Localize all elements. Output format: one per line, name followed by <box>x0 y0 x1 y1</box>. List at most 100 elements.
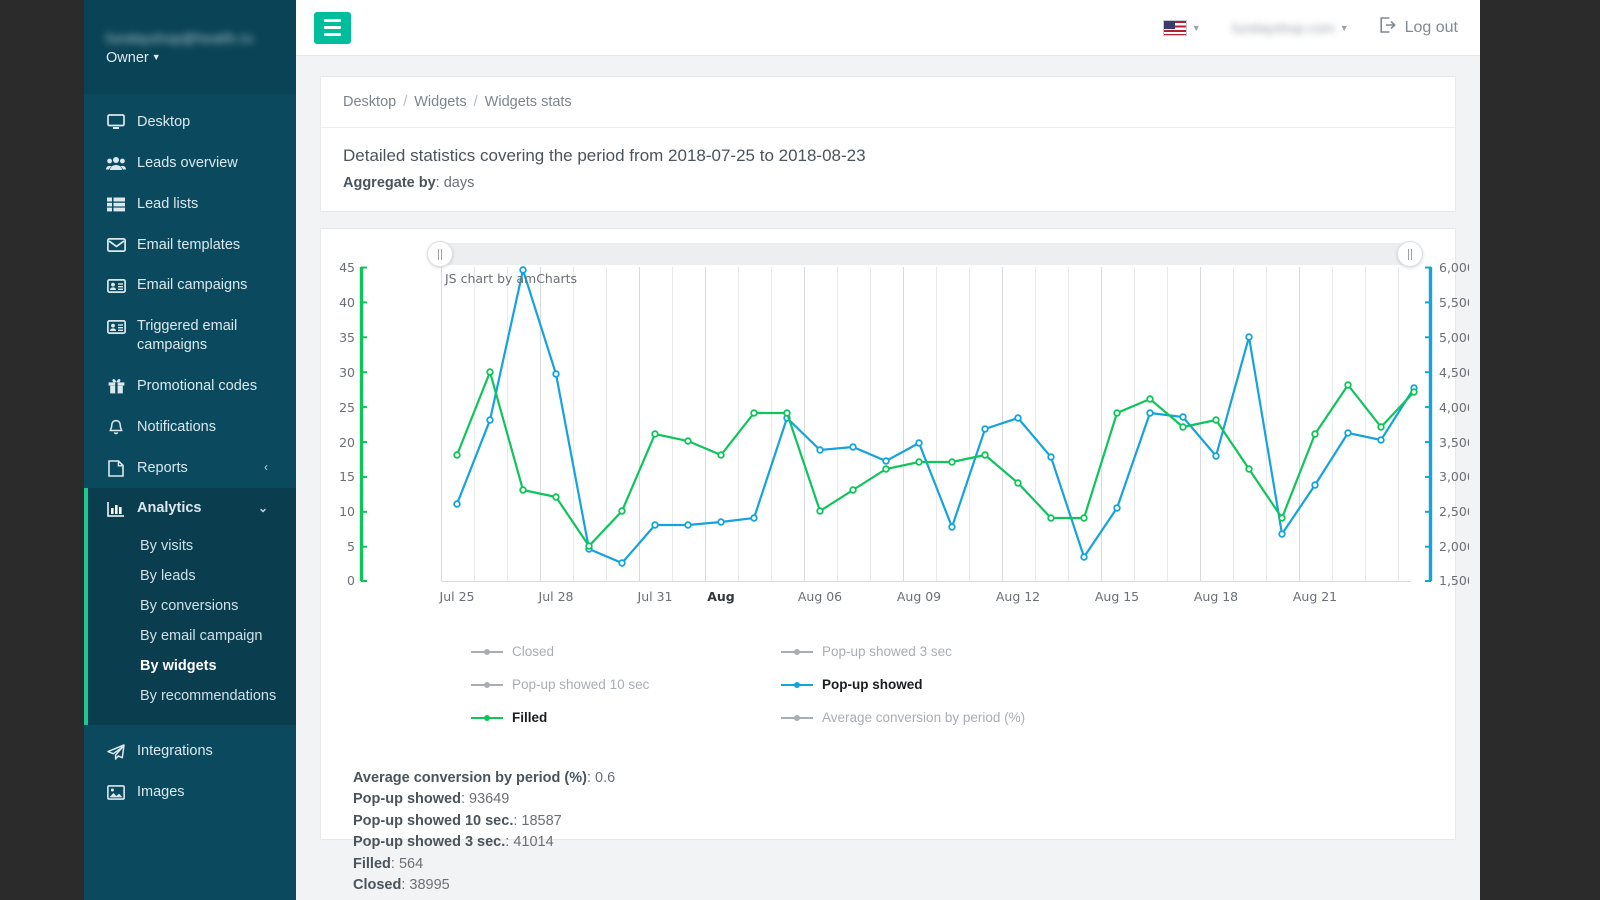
sidebar-item-label: Promotional codes <box>137 377 257 396</box>
hamburger-line <box>324 26 341 29</box>
sidebar-user-role[interactable]: Owner▼ <box>106 50 296 66</box>
sidebar-item-promotional-codes[interactable]: Promotional codes <box>84 366 296 407</box>
svg-text:40: 40 <box>339 295 355 310</box>
sidebar-group-analytics: Analytics ⌄ By visits By leads By conver… <box>84 488 296 725</box>
chart-scrollbar-track <box>441 243 1411 265</box>
svg-text:3,000: 3,000 <box>1439 469 1469 484</box>
app-root: fundayshop@health.ru Owner▼ Desktop Lead… <box>0 0 1600 900</box>
summary-row-popup-showed: Pop-up showed: 93649 <box>353 789 1455 810</box>
sidebar-item-email-campaigns[interactable]: Email campaigns <box>84 265 296 306</box>
svg-text:Jul 25: Jul 25 <box>439 589 475 604</box>
svg-text:Aug: Aug <box>707 589 735 604</box>
logout-button[interactable]: Log out <box>1379 17 1458 38</box>
sidebar-subitem-by-widgets[interactable]: By widgets <box>88 651 296 681</box>
chart-scrollbar-right-grip[interactable] <box>1397 241 1423 267</box>
breadcrumb-item-widgets[interactable]: Widgets <box>414 94 466 110</box>
legend-item-popup-showed-3-sec[interactable]: Pop-up showed 3 sec <box>781 635 1091 668</box>
svg-text:20: 20 <box>339 435 355 450</box>
legend-label: Pop-up showed 10 sec <box>512 677 649 692</box>
breadcrumb-item-desktop[interactable]: Desktop <box>343 94 396 110</box>
sidebar-subitem-by-visits[interactable]: By visits <box>88 531 296 561</box>
legend-row: Closed Pop-up showed 3 sec <box>471 635 1171 668</box>
account-chevron-down-icon[interactable]: ▼ <box>1340 23 1349 33</box>
sidebar-item-lead-lists[interactable]: Lead lists <box>84 184 296 225</box>
sidebar-subitem-by-email-campaign[interactable]: By email campaign <box>88 621 296 651</box>
hamburger-icon[interactable] <box>314 12 351 44</box>
svg-text:35: 35 <box>339 330 355 345</box>
sidebar-item-analytics[interactable]: Analytics ⌄ <box>88 488 296 529</box>
sidebar-item-reports[interactable]: Reports ‹ <box>84 448 296 489</box>
summary-label: Pop-up showed 10 sec. <box>353 813 513 829</box>
svg-text:Aug 09: Aug 09 <box>897 589 941 604</box>
chart-legend: Closed Pop-up showed 3 sec <box>471 635 1171 734</box>
legend-marker-icon <box>781 713 813 723</box>
line-chart: 454035 302520 15105 0 <box>329 243 1469 611</box>
svg-text:1,500: 1,500 <box>1439 573 1469 588</box>
legend-row: Pop-up showed 10 sec Pop-up showed <box>471 668 1171 701</box>
sidebar-user-block[interactable]: fundayshop@health.ru Owner▼ <box>84 0 296 94</box>
legend-marker-icon <box>781 647 813 657</box>
hamburger-line <box>324 19 341 22</box>
svg-text:2,500: 2,500 <box>1439 504 1469 519</box>
svg-text:6,000: 6,000 <box>1439 260 1469 275</box>
legend-item-closed[interactable]: Closed <box>471 635 781 668</box>
grip-lines-icon <box>436 249 443 260</box>
users-icon <box>106 154 126 172</box>
sidebar-item-label: Email campaigns <box>137 276 247 295</box>
legend-item-average-conversion[interactable]: Average conversion by period (%) <box>781 701 1091 734</box>
series-points-popup-showed <box>454 267 1417 566</box>
sidebar-item-desktop[interactable]: Desktop <box>84 102 296 143</box>
sidebar-subitem-by-conversions[interactable]: By conversions <box>88 591 296 621</box>
sidebar-item-triggered-email-campaigns[interactable]: Triggered email campaigns <box>84 306 296 366</box>
svg-text:Aug 21: Aug 21 <box>1293 589 1337 604</box>
legend-label: Average conversion by period (%) <box>822 710 1025 725</box>
sidebar-item-images[interactable]: Images <box>84 772 296 813</box>
summary-value: 93649 <box>469 791 509 807</box>
logout-label: Log out <box>1405 19 1458 37</box>
amcharts-credit: JS chart by amCharts <box>444 271 577 286</box>
aggregate-value: days <box>444 175 475 191</box>
image-icon <box>106 784 126 802</box>
legend-item-popup-showed[interactable]: Pop-up showed <box>781 668 1091 701</box>
flag-canton <box>1164 21 1175 29</box>
sidebar-subitem-by-leads[interactable]: By leads <box>88 561 296 591</box>
sidebar-item-leads-overview[interactable]: Leads overview <box>84 143 296 184</box>
svg-text:Jul 31: Jul 31 <box>637 589 673 604</box>
legend-item-popup-showed-10-sec[interactable]: Pop-up showed 10 sec <box>471 668 781 701</box>
gift-icon <box>106 377 126 395</box>
sidebar-item-notifications[interactable]: Notifications <box>84 407 296 448</box>
sidebar-subitem-by-recommendations[interactable]: By recommendations <box>88 681 296 711</box>
legend-row: Filled Average conversion by period (%) <box>471 701 1171 734</box>
legend-marker-icon <box>471 647 503 657</box>
page-title: Detailed statistics covering the period … <box>343 146 1433 166</box>
header-card: Desktop/Widgets/Widgets stats Detailed s… <box>320 76 1456 212</box>
svg-text:0: 0 <box>347 573 355 588</box>
content: Desktop/Widgets/Widgets stats Detailed s… <box>296 56 1480 860</box>
summary-colon: : <box>461 791 469 807</box>
sidebar-item-label: Notifications <box>137 418 216 437</box>
svg-text:2,000: 2,000 <box>1439 539 1469 554</box>
svg-text:Aug 15: Aug 15 <box>1095 589 1139 604</box>
chevron-left-icon: ‹ <box>264 460 282 476</box>
sidebar-item-email-templates[interactable]: Email templates <box>84 225 296 266</box>
account-name[interactable]: fundayshop.com <box>1215 20 1335 35</box>
summary-row-closed: Closed: 38995 <box>353 875 1455 896</box>
svg-text:Aug 06: Aug 06 <box>798 589 842 604</box>
breadcrumb-item-widgets-stats[interactable]: Widgets stats <box>485 94 572 110</box>
aggregate-label: Aggregate by <box>343 175 436 191</box>
summary-value: 0.6 <box>595 770 615 786</box>
us-flag-icon[interactable] <box>1163 20 1187 36</box>
svg-text:15: 15 <box>339 469 355 484</box>
legend-marker-icon <box>781 680 813 690</box>
chart-right-axis: 6,0005,5005,000 4,5004,0003,500 3,0002,5… <box>1425 260 1469 588</box>
legend-item-filled[interactable]: Filled <box>471 701 781 734</box>
chart-scrollbar-left-grip[interactable] <box>427 241 453 267</box>
language-chevron-down-icon[interactable]: ▼ <box>1192 23 1201 33</box>
sidebar-user-email: fundayshop@health.ru <box>106 30 296 46</box>
sidebar-submenu-analytics: By visits By leads By conversions By ema… <box>88 529 296 725</box>
svg-text:5,000: 5,000 <box>1439 330 1469 345</box>
sidebar-item-integrations[interactable]: Integrations <box>84 731 296 772</box>
list-icon <box>106 195 126 213</box>
sidebar-item-label: Images <box>137 783 185 802</box>
breadcrumb-separator: / <box>403 94 407 110</box>
